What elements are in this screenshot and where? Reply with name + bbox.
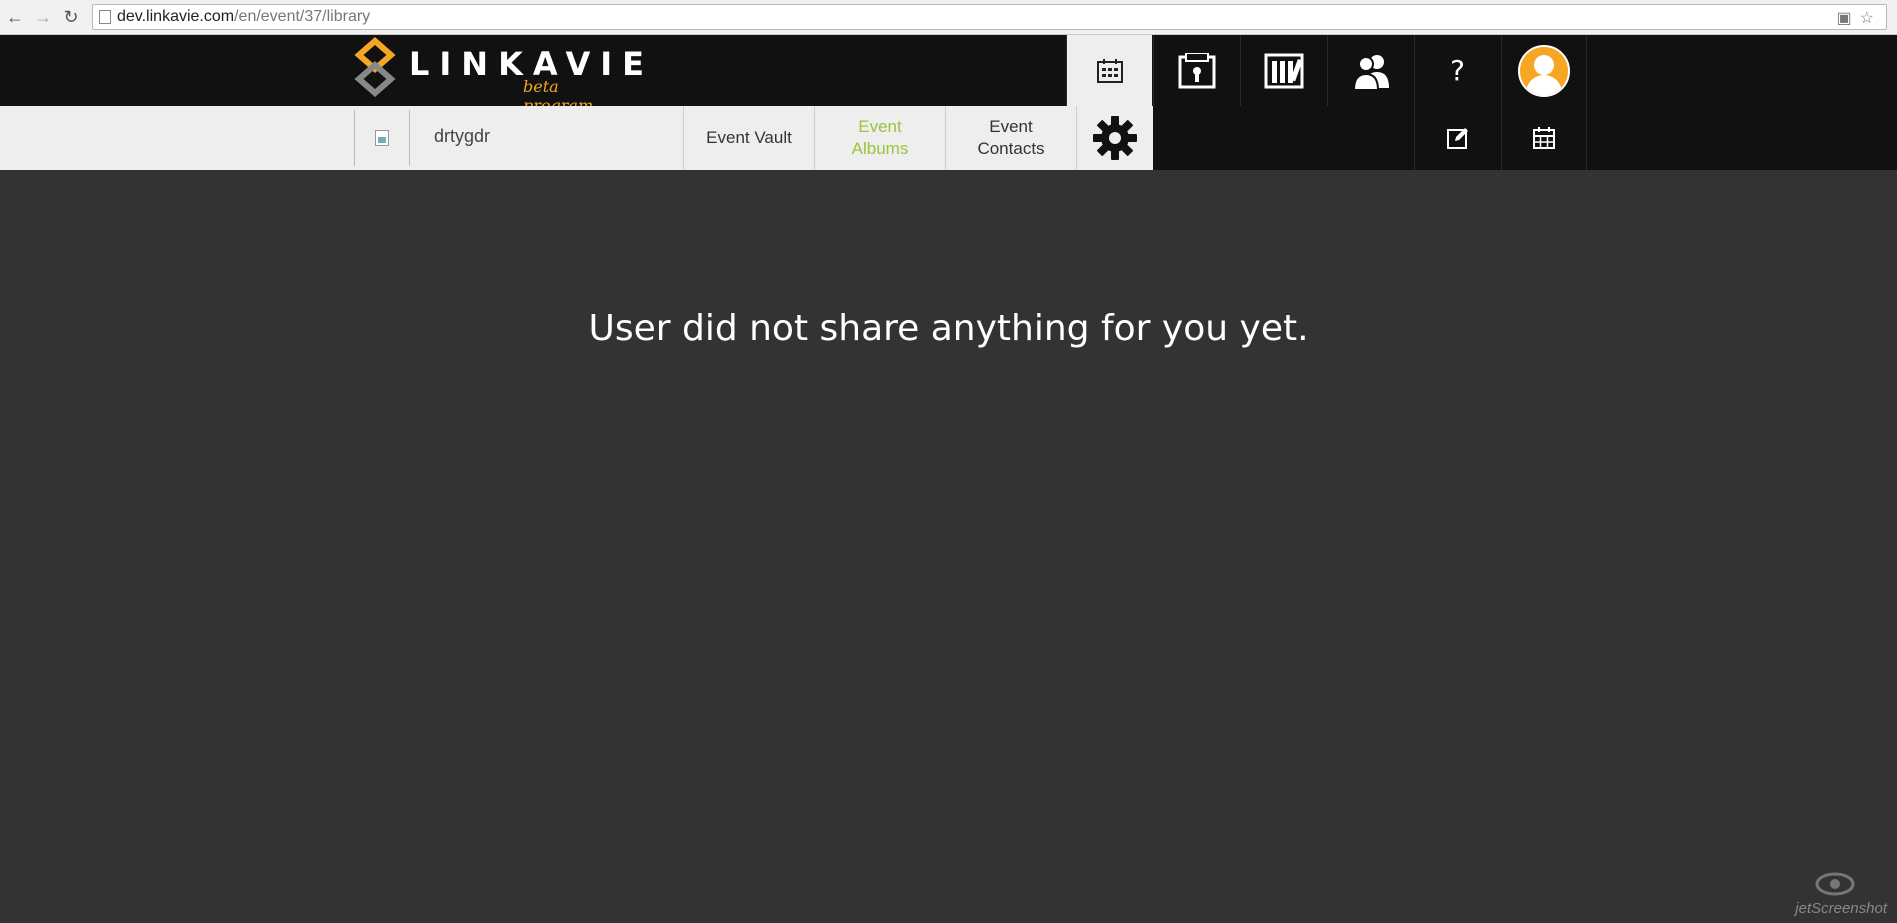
library-shelf-icon <box>1264 53 1303 88</box>
eye-logo-icon <box>1815 872 1855 896</box>
tab-event-vault[interactable]: Event Vault <box>683 106 814 170</box>
page-icon <box>99 10 111 24</box>
contacts-people-icon <box>1352 54 1389 90</box>
bookmark-star-icon[interactable]: ☆ <box>1860 7 1874 31</box>
event-settings-button[interactable] <box>1076 106 1153 170</box>
translate-icon[interactable]: ▣ <box>1837 7 1852 31</box>
browser-toolbar: ← → ↻ dev.linkavie.com/en/event/37/libra… <box>0 0 1897 35</box>
forward-arrow-icon[interactable]: → <box>32 6 54 28</box>
edit-event-button[interactable] <box>1414 106 1500 170</box>
nav-contacts[interactable] <box>1327 35 1413 106</box>
avatar <box>1518 44 1570 97</box>
calendar-icon <box>1533 127 1555 149</box>
tab-label: Event Contacts <box>977 117 1045 158</box>
event-calendar-button[interactable] <box>1501 106 1587 170</box>
address-bar[interactable]: dev.linkavie.com/en/event/37/library ▣ ☆ <box>92 4 1887 30</box>
linkavie-logo[interactable]: LINKAVIE beta program <box>353 37 644 115</box>
nav-vault[interactable] <box>1153 35 1239 106</box>
jetscreenshot-watermark: jetScreenshot <box>1777 869 1887 917</box>
tab-label: Event Vault <box>706 128 792 147</box>
calendar-icon <box>1096 58 1123 83</box>
help-icon: ? <box>1450 54 1465 87</box>
broken-image-icon <box>375 130 389 146</box>
nav-library[interactable] <box>1240 35 1326 106</box>
tab-event-contacts[interactable]: Event Contacts <box>945 106 1076 170</box>
back-arrow-icon[interactable]: ← <box>4 6 26 28</box>
edit-pencil-icon <box>1446 128 1468 149</box>
reload-icon[interactable]: ↻ <box>60 6 82 28</box>
tab-event-albums[interactable]: Event Albums <box>814 106 945 170</box>
url-host: dev.linkavie.com <box>117 8 235 25</box>
logo-mark-icon <box>354 37 396 97</box>
nav-help[interactable]: ? <box>1414 35 1500 106</box>
event-thumbnail[interactable] <box>354 110 410 166</box>
tab-label: Event Albums <box>851 117 909 158</box>
gear-icon <box>1093 116 1137 160</box>
nav-profile[interactable] <box>1501 35 1587 106</box>
top-header <box>0 35 1897 106</box>
url-path: /en/event/37/library <box>234 8 371 25</box>
nav-events[interactable] <box>1066 35 1152 106</box>
vault-icon <box>1178 52 1215 88</box>
event-name: drtygdr <box>434 126 491 146</box>
empty-state-message: User did not share anything for you yet. <box>588 308 1309 349</box>
